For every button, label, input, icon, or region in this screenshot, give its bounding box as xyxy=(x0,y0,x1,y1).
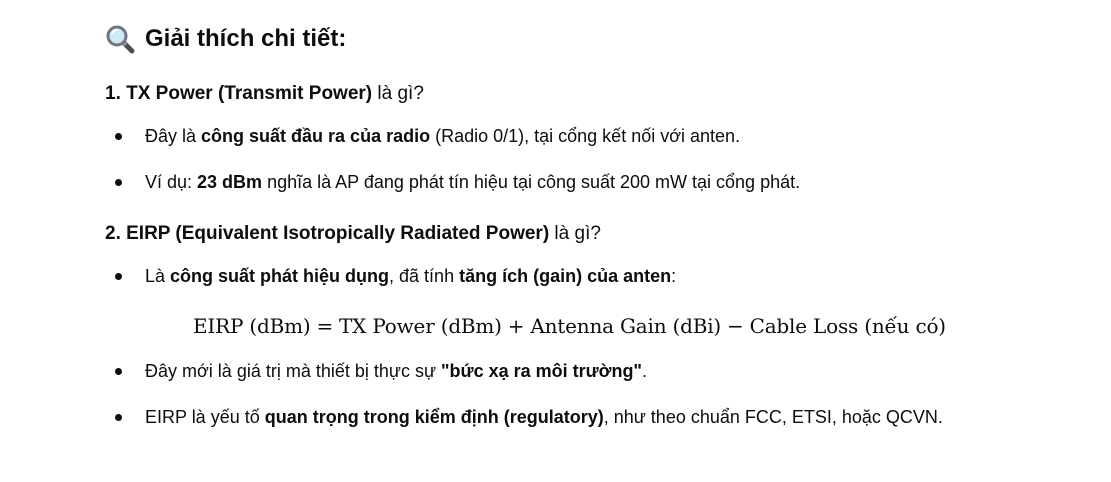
section-heading: Giải thích chi tiết: xyxy=(105,22,346,56)
formula-minus: − xyxy=(727,314,744,338)
list-item-text: Ví dụ: 23 dBm nghĩa là AP đang phát tín … xyxy=(145,172,801,192)
section-1-title-rest: là gì? xyxy=(372,83,424,104)
eirp-formula: EIRP (dBm) = TX Power (dBm) + Antenna Gain (… xyxy=(193,310,946,342)
magnifying-glass-icon xyxy=(105,24,135,54)
bullet-dot xyxy=(115,133,122,140)
formula-plus: + xyxy=(507,314,525,338)
formula-lhs: EIRP (dBm) xyxy=(193,314,311,338)
formula-term-cable-loss: Cable Loss (nếu có) xyxy=(749,314,947,338)
bullet-dot xyxy=(115,179,122,186)
list-item-text: Là công suất phát hiệu dụng, đã tính tăn… xyxy=(145,266,677,286)
formula-term-antenna-gain: Antenna Gain (dBi) xyxy=(530,314,722,338)
formula-term-tx-power: TX Power (dBm) xyxy=(339,314,502,338)
list-item-text: Đây mới là giá trị mà thiết bị thực sự "… xyxy=(145,361,647,381)
section-2-title: 2. EIRP (Equivalent Isotropically Radiat… xyxy=(105,222,601,246)
section-2-title-rest: là gì? xyxy=(549,223,601,244)
bullet-dot xyxy=(115,273,122,280)
section-1-title-bold: 1. TX Power (Transmit Power) xyxy=(105,83,373,104)
heading-text: Giải thích chi tiết: xyxy=(145,25,347,52)
list-item-text: EIRP là yếu tố quan trọng trong kiểm địn… xyxy=(145,407,943,427)
bullet-dot xyxy=(115,368,122,375)
formula-equals: = xyxy=(316,314,334,338)
bullet-dot xyxy=(115,414,122,421)
list-item-text: Đây là công suất đầu ra của radio (Radio… xyxy=(145,126,741,146)
section-2-title-bold: 2. EIRP (Equivalent Isotropically Radiat… xyxy=(105,223,550,244)
section-1-title: 1. TX Power (Transmit Power) là gì? xyxy=(105,82,424,106)
